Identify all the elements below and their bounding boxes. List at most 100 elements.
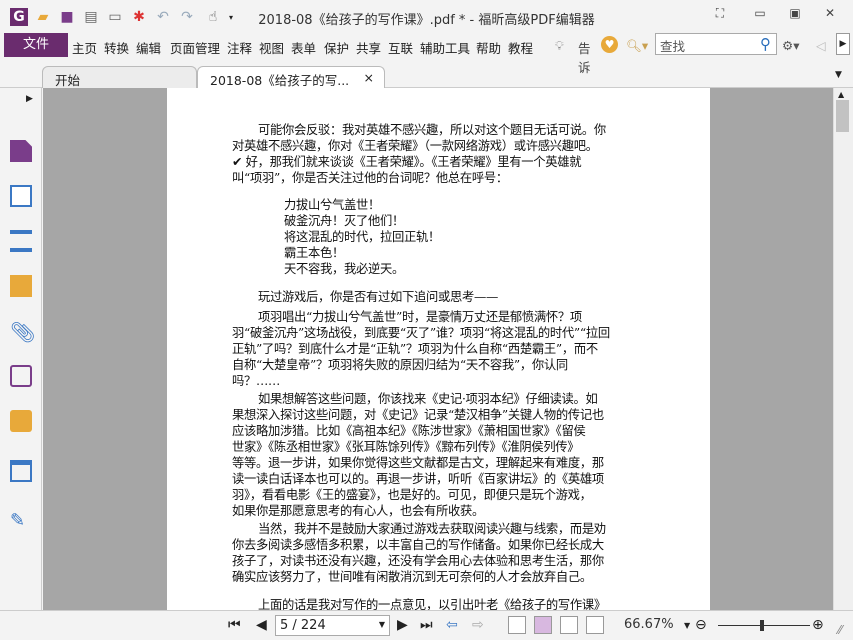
paragraph: 上面的话是我对写作的一点意见，以引出叶老《给孩子的写作课》 xyxy=(232,597,652,610)
first-page-icon[interactable]: ⏮ xyxy=(228,617,241,633)
title-bar: G ▰ ■ ▤ ▭ ✱ ↶ ↷ ☝ ▾ 2018-08《给孩子的写作课》.pdf… xyxy=(0,0,853,32)
zoom-in-icon[interactable]: ⊕ xyxy=(812,617,824,633)
page-number-input[interactable]: 5 / 224 ▼ xyxy=(275,615,390,636)
page-text: 可能你会反驳：我对英雄不感兴趣，所以对这个题目无话可说。你对英雄不感兴趣，你对《… xyxy=(232,122,652,610)
close-button[interactable]: ✕ xyxy=(820,6,840,24)
scroll-right-button[interactable]: ▶ xyxy=(836,33,850,55)
status-bar: ⏮ ◀ 5 / 224 ▼ ▶ ⏭ ⇦ ⇨ 66.67% ▼ ⊖ ⊕ ⁄⁄ xyxy=(0,610,853,640)
menu-protect[interactable]: 保护 xyxy=(324,38,349,57)
paragraph: 玩过游戏后，你是否有过如下追问或思考—— xyxy=(232,289,652,305)
search-folder-icon[interactable]: 🔍︎▾ xyxy=(626,38,648,54)
paragraph: 如果想解答这些问题，你该找来《史记·项羽本纪》仔细读读。如果想深入探讨这些问题，… xyxy=(232,391,652,519)
menu-page-management[interactable]: 页面管理 xyxy=(170,38,220,57)
text-line: 霸王本色！ xyxy=(284,246,344,260)
document-tabs: 开始 2018-08《给孩子的写... × ▼ xyxy=(0,58,853,88)
thumbnails-icon[interactable] xyxy=(10,185,32,207)
search-input[interactable]: 查找 xyxy=(655,33,777,55)
text-line: 羽“破釜沉舟”这场战役，到底要“灭了”谁？项羽“将这混乱的时代”“拉回 xyxy=(232,326,610,340)
previous-page-icon[interactable]: ◀ xyxy=(256,617,267,633)
menu-comment[interactable]: 注释 xyxy=(227,38,252,57)
previous-view-icon[interactable]: ⇦ xyxy=(446,617,458,633)
zoom-level[interactable]: 66.67% xyxy=(624,617,674,632)
menu-home[interactable]: 主页 xyxy=(72,38,97,57)
menu-view[interactable]: 视图 xyxy=(259,38,284,57)
zoom-slider-handle[interactable] xyxy=(760,620,764,631)
security-lock-icon[interactable] xyxy=(10,410,32,432)
text-line: 你去多阅读多感悟多积累，以丰富自己的写作储备。如果你已经长成大 xyxy=(232,538,604,552)
menu-form[interactable]: 表单 xyxy=(291,38,316,57)
attachments-icon[interactable]: 📎︎ xyxy=(10,320,35,344)
ribbon-menu: 文件 主页 转换 编辑 页面管理 注释 视图 表单 保护 共享 互联 辅助工具 … xyxy=(0,32,853,75)
next-page-icon[interactable]: ▶ xyxy=(397,617,408,633)
zoom-out-icon[interactable]: ⊖ xyxy=(695,617,707,633)
text-line: 如果你是那愿意思考的有心人，也会有所收获。 xyxy=(232,504,484,518)
tab-list-dropdown-icon[interactable]: ▼ xyxy=(835,70,842,80)
page-dropdown-icon[interactable]: ▼ xyxy=(379,620,385,629)
text-line: 如果想解答这些问题，你该找来《史记·项羽本纪》仔细读读。如 xyxy=(258,392,598,406)
page-number: 5 / 224 xyxy=(280,618,326,633)
text-line: 世家》《陈丞相世家》《张耳陈馀列传》《黥布列传》《淮阴侯列传》 xyxy=(232,440,580,454)
resize-grip-icon[interactable]: ⁄⁄ xyxy=(838,623,842,637)
pages-icon[interactable] xyxy=(10,140,32,162)
paragraph: 项羽唱出“力拔山兮气盖世”时，是豪情万丈还是郁愤满怀？项羽“破釜沉舟”这场战役，… xyxy=(232,309,652,389)
facing-view-icon[interactable] xyxy=(560,616,578,634)
menu-convert[interactable]: 转换 xyxy=(104,38,129,57)
menu-tutorial[interactable]: 教程 xyxy=(508,38,533,57)
lightbulb-icon: 💡︎ xyxy=(555,38,564,53)
layers-icon[interactable] xyxy=(10,230,32,252)
scroll-left-icon[interactable]: ◁ xyxy=(816,38,826,53)
search-icon[interactable]: ⚲ xyxy=(760,35,771,53)
continuous-view-icon[interactable] xyxy=(534,616,552,634)
paragraph: 当然，我并不是鼓励大家通过游戏去获取阅读兴趣与线索，而是劝你去多阅读多感悟多积累… xyxy=(232,521,652,585)
tab-start[interactable]: 开始 xyxy=(42,66,197,88)
minimize-button[interactable]: ▭ xyxy=(750,6,770,24)
text-line: 项羽唱出“力拔山兮气盖世”时，是豪情万丈还是郁愤满怀？项 xyxy=(258,310,582,324)
text-line: 果想深入探讨这些问题，对《史记》记录“楚汉相争”关键人物的传记也 xyxy=(232,408,604,422)
text-line: 上面的话是我对写作的一点意见，以引出叶老《给孩子的写作课》 xyxy=(258,598,606,610)
continuous-facing-view-icon[interactable] xyxy=(586,616,604,634)
scrollbar-thumb[interactable] xyxy=(836,100,849,132)
settings-gear-icon[interactable]: ⚙▾ xyxy=(782,38,799,53)
tab-document[interactable]: 2018-08《给孩子的写... × xyxy=(197,66,385,88)
signatures-icon[interactable] xyxy=(10,365,32,387)
menu-edit[interactable]: 编辑 xyxy=(136,38,161,57)
zoom-dropdown-icon[interactable]: ▼ xyxy=(684,621,690,630)
form-fields-icon[interactable] xyxy=(10,460,32,482)
text-line: 力拔山兮气盖世！ xyxy=(284,198,380,212)
next-view-icon[interactable]: ⇨ xyxy=(472,617,484,633)
text-line: 当然，我并不是鼓励大家通过游戏去获取阅读兴趣与线索，而是劝 xyxy=(258,522,606,536)
zoom-slider[interactable] xyxy=(718,625,810,626)
text-line: 应该略加涉猎。比如《高祖本纪》《陈涉世家》《萧相国世家》《留侯 xyxy=(232,424,586,438)
text-line: ✔ 好，那我们就来谈谈《王者荣耀》。《王者荣耀》里有一个英雄就 xyxy=(232,155,582,169)
text-line: 对英雄不感兴趣，你对《王者荣耀》（一款网络游戏）或许感兴趣吧。 xyxy=(232,139,598,153)
menu-connect[interactable]: 互联 xyxy=(388,38,413,57)
paragraph: 可能你会反驳：我对英雄不感兴趣，所以对这个题目无话可说。你对英雄不感兴趣，你对《… xyxy=(232,122,652,186)
comments-icon[interactable] xyxy=(10,275,32,297)
document-viewer[interactable]: 可能你会反驳：我对英雄不感兴趣，所以对这个题目无话可说。你对英雄不感兴趣，你对《… xyxy=(43,88,833,610)
last-page-icon[interactable]: ⏭ xyxy=(420,617,433,633)
tab-close-icon[interactable]: × xyxy=(364,70,374,85)
menu-share[interactable]: 共享 xyxy=(356,38,381,57)
maximize-button[interactable]: ▣ xyxy=(785,6,805,24)
text-line: 羽》，看看电影《王的盛宴》，也是好的。可见，即便只是玩个游戏， xyxy=(232,488,592,502)
fullscreen-icon[interactable]: ⛶ xyxy=(710,6,730,24)
text-line: 天不容我，我必逆天。 xyxy=(284,262,404,276)
menu-accessibility[interactable]: 辅助工具 xyxy=(420,38,470,57)
certify-pen-icon[interactable]: ✎ xyxy=(10,510,32,532)
text-line: 读一读白话译本也可以的。再退一步讲，听听《百家讲坛》的《英雄项 xyxy=(232,472,604,486)
favorite-heart-icon[interactable]: ♥ xyxy=(601,36,618,53)
text-line: 自称“大楚皇帝”？项羽将失败的原因归结为“天不容我”，你认同 xyxy=(232,358,568,372)
pdf-page: 可能你会反驳：我对英雄不感兴趣，所以对这个题目无话可说。你对英雄不感兴趣，你对《… xyxy=(167,88,710,610)
vertical-scrollbar[interactable]: ▲ xyxy=(833,88,853,610)
scroll-up-icon[interactable]: ▲ xyxy=(838,90,844,99)
text-line: 等等。退一步讲，如果你觉得这些文献都是古文，理解起来有难度，那 xyxy=(232,456,604,470)
text-line: 可能你会反驳：我对英雄不感兴趣，所以对这个题目无话可说。你 xyxy=(258,123,606,137)
file-menu-button[interactable]: 文件 xyxy=(4,33,68,57)
text-line: 将这混乱的时代，拉回正轨！ xyxy=(284,230,440,244)
text-line: 正轨”了吗？到底什么才是“正轨”？项羽为什么自称“西楚霸王”，而不 xyxy=(232,342,598,356)
expand-panel-icon[interactable]: ▶ xyxy=(26,94,33,104)
single-page-view-icon[interactable] xyxy=(508,616,526,634)
text-line: 孩子了，对读书还没有兴趣，还没有学会用心去体验和思考生活，那你 xyxy=(232,554,604,568)
menu-help[interactable]: 帮助 xyxy=(476,38,501,57)
paragraph: 力拔山兮气盖世！ 破釜沉舟！灭了他们！ 将这混乱的时代，拉回正轨！ 霸王本色！ 天不容我… xyxy=(232,197,652,277)
